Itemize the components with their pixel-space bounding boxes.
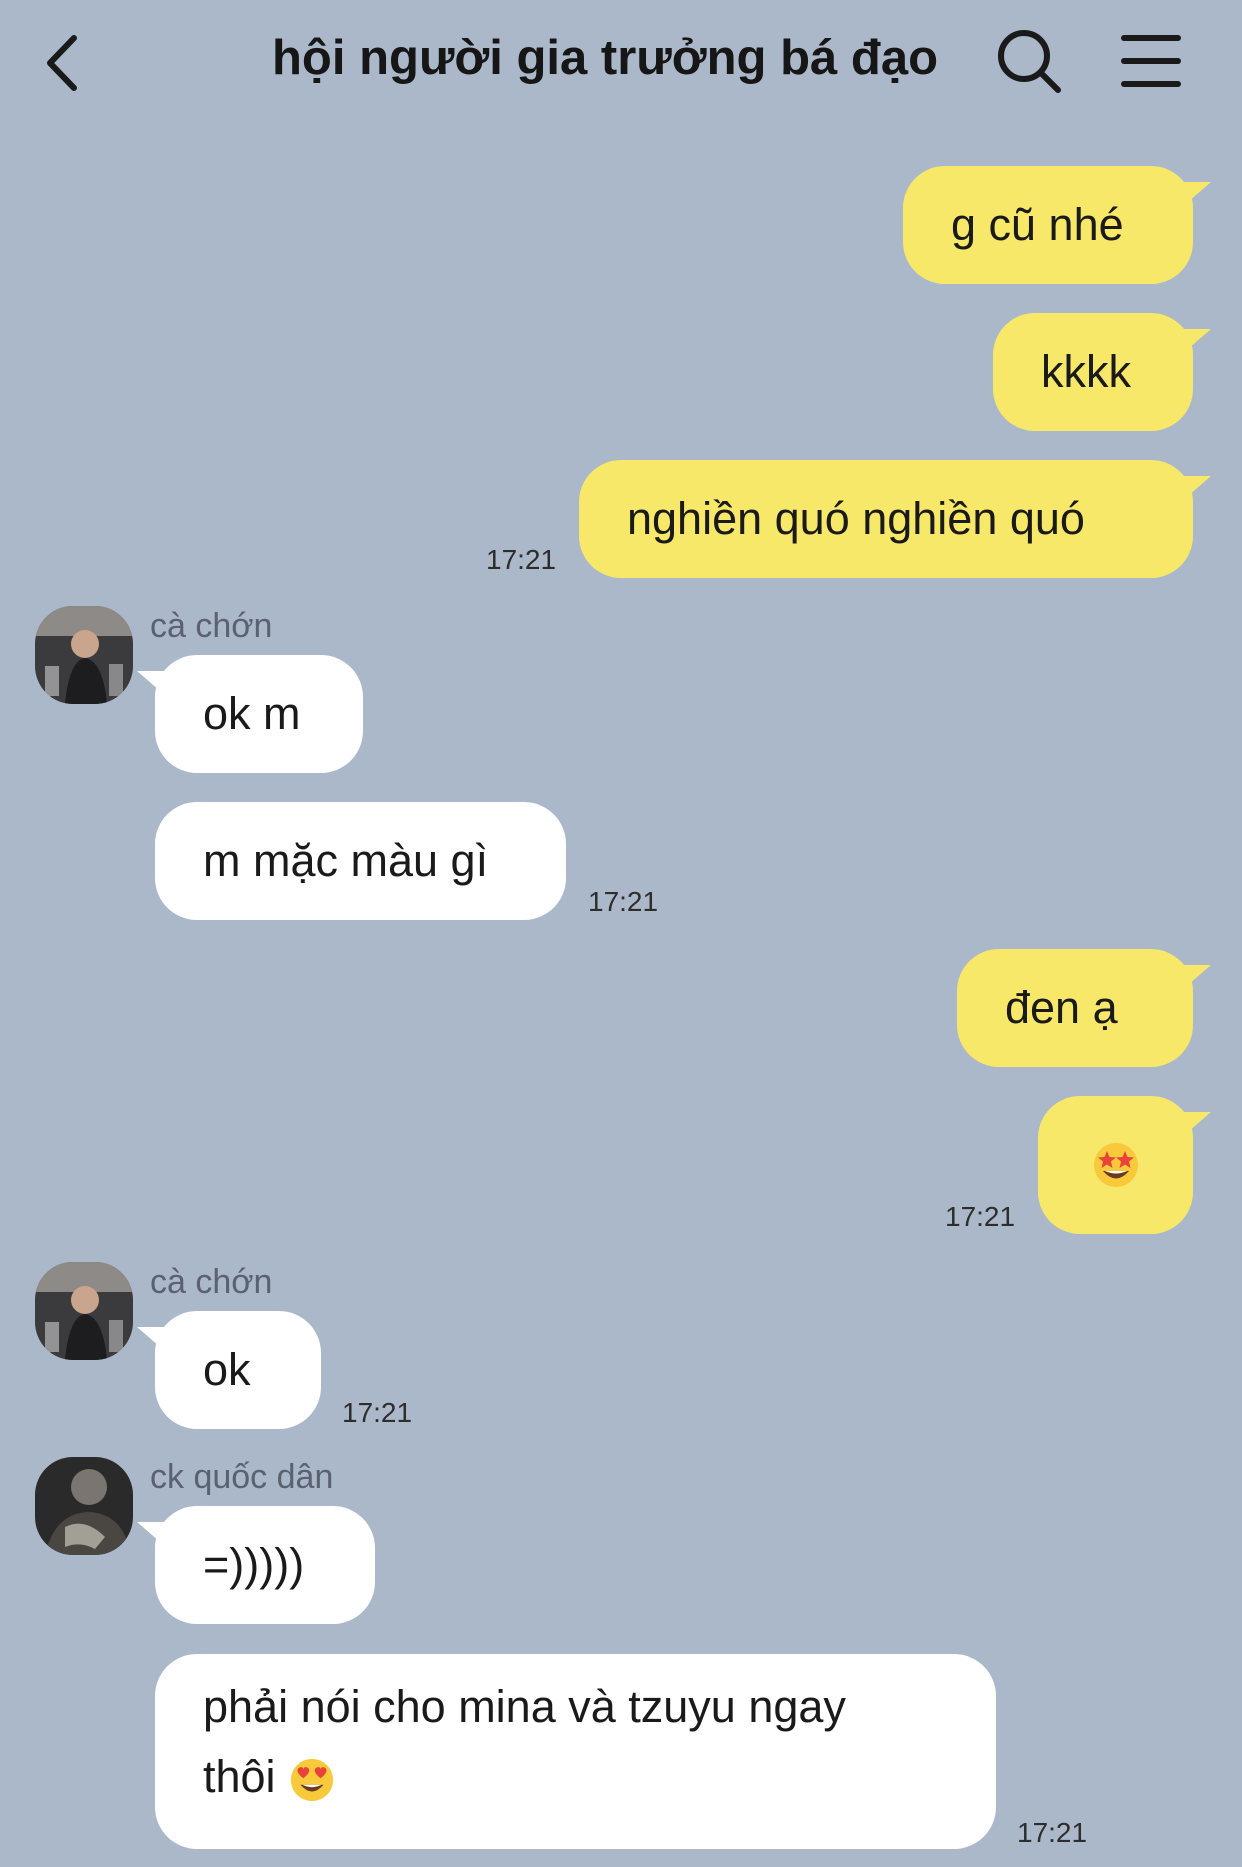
sender-name: cà chớn xyxy=(150,1263,273,1301)
back-button[interactable] xyxy=(40,28,90,98)
outgoing-message-bubble[interactable]: kkkk xyxy=(993,313,1211,431)
search-button[interactable] xyxy=(990,22,1070,102)
chevron-left-icon xyxy=(47,35,77,91)
message-timestamp: 17:21 xyxy=(945,1201,1016,1232)
message-text: =))))) xyxy=(203,1539,305,1590)
outgoing-message-bubble[interactable]: nghiền quó nghiền quó xyxy=(579,460,1211,578)
menu-button[interactable] xyxy=(1118,28,1184,94)
incoming-message-bubble[interactable]: ok m xyxy=(137,655,363,773)
avatar-photo xyxy=(35,606,133,704)
incoming-message-bubble[interactable]: m mặc màu gì xyxy=(155,802,566,920)
star-struck-emoji xyxy=(1093,1143,1138,1187)
heart-eyes-emoji xyxy=(290,1758,334,1802)
message-text: ok xyxy=(203,1344,251,1395)
chat-header: hội người gia trưởng bá đạo xyxy=(0,0,1242,125)
incoming-message-bubble[interactable]: =))))) xyxy=(137,1506,375,1624)
message-timestamp: 17:21 xyxy=(588,886,659,917)
sender-name: ck quốc dân xyxy=(150,1458,334,1496)
message-text: đen ạ xyxy=(1005,982,1118,1033)
search-icon xyxy=(998,30,1061,93)
message-timestamp: 17:21 xyxy=(486,544,557,575)
sender-name: cà chớn xyxy=(150,607,273,645)
message-text: thôi xyxy=(203,1751,276,1802)
message-text: nghiền quó nghiền quó xyxy=(627,493,1085,544)
message-text: kkkk xyxy=(1041,346,1131,397)
message-text-line: phải nói cho mina và tzuyu ngay xyxy=(203,1681,846,1732)
avatar[interactable] xyxy=(35,1262,133,1360)
avatar-photo xyxy=(35,1457,133,1555)
message-timestamp: 17:21 xyxy=(342,1397,413,1428)
outgoing-message-bubble[interactable] xyxy=(1038,1096,1211,1234)
incoming-message-bubble[interactable]: ok xyxy=(137,1311,321,1429)
avatar[interactable] xyxy=(35,1457,133,1555)
hamburger-menu-icon xyxy=(1121,35,1181,87)
outgoing-message-bubble[interactable]: đen ạ xyxy=(957,949,1211,1067)
message-text: m mặc màu gì xyxy=(203,835,489,886)
outgoing-message-bubble[interactable]: g cũ nhé xyxy=(903,166,1211,284)
message-text: g cũ nhé xyxy=(951,199,1124,250)
avatar-photo xyxy=(35,1262,133,1360)
message-text: ok m xyxy=(203,688,301,739)
message-timestamp: 17:21 xyxy=(1017,1817,1088,1848)
incoming-message-bubble[interactable]: phải nói cho mina và tzuyu ngay thôi xyxy=(155,1654,996,1849)
avatar[interactable] xyxy=(35,606,133,704)
chat-title: hội người gia trưởng bá đạo xyxy=(272,31,938,85)
message-text-line: thôi xyxy=(203,1742,948,1812)
